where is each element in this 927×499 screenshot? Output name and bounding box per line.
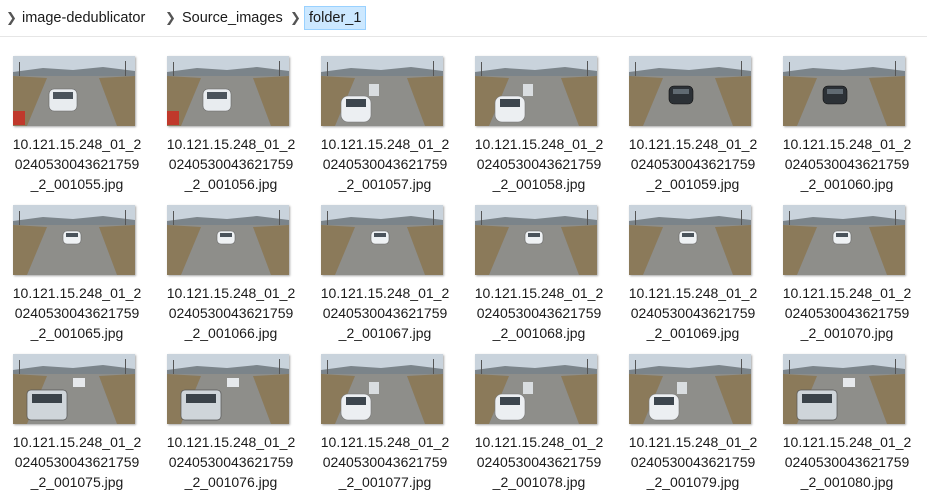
- file-thumbnail[interactable]: [783, 56, 905, 126]
- breadcrumb-separator-icon[interactable]: ❯: [165, 7, 176, 29]
- file-thumbnail[interactable]: [167, 205, 289, 275]
- file-name-line: _2_001077.jpg: [338, 474, 432, 490]
- file-name-line: _2_001075.jpg: [30, 474, 124, 490]
- file-thumbnail[interactable]: [167, 354, 289, 424]
- file-name-line: 0240530043621759: [168, 156, 294, 172]
- file-thumbnail[interactable]: [475, 354, 597, 424]
- file-thumbnail[interactable]: [321, 354, 443, 424]
- file-name-line: 10.121.15.248_01_2: [12, 434, 142, 450]
- file-name-line: 0240530043621759: [476, 454, 602, 470]
- file-name-line: 0240530043621759: [14, 156, 140, 172]
- file-name-line: 0240530043621759: [630, 454, 756, 470]
- file-name-line: 10.121.15.248_01_2: [474, 285, 604, 301]
- file-name-line: 10.121.15.248_01_2: [12, 285, 142, 301]
- file-tile[interactable]: 10.121.15.248_01_2 0240530043621759 _2_001…: [308, 36, 458, 192]
- file-name-line: 0240530043621759: [322, 305, 448, 321]
- file-name-line: 0240530043621759: [14, 454, 140, 470]
- file-thumbnail[interactable]: [321, 56, 443, 126]
- breadcrumb-chevron-icon[interactable]: ❯: [6, 7, 17, 29]
- file-thumbnail[interactable]: [167, 56, 289, 126]
- file-name-line: 0240530043621759: [784, 156, 910, 172]
- file-name-line: 0240530043621759: [784, 454, 910, 470]
- file-tile[interactable]: 10.121.15.248_01_2 0240530043621759 _2_001…: [770, 36, 920, 192]
- file-tile[interactable]: 10.121.15.248_01_2 0240530043621759 _2_001…: [770, 185, 920, 341]
- file-name-line: 0240530043621759: [476, 156, 602, 172]
- breadcrumb-item-image-dedublicator[interactable]: image-dedublicator: [18, 7, 149, 29]
- file-tile[interactable]: 10.121.15.248_01_2 0240530043621759 _2_001…: [0, 334, 150, 490]
- file-name-line: 0240530043621759: [14, 305, 140, 321]
- file-thumbnail[interactable]: [783, 354, 905, 424]
- file-name-line: 0240530043621759: [630, 156, 756, 172]
- breadcrumb: ❯ image-dedublicator ❯ Source_images ❯ f…: [0, 0, 927, 37]
- file-name-line: 0240530043621759: [322, 454, 448, 470]
- file-name: 10.121.15.248_01_2 0240530043621759 _2_001…: [0, 432, 154, 492]
- file-tile[interactable]: 10.121.15.248_01_2 0240530043621759 _2_001…: [462, 334, 612, 490]
- file-name-line: _2_001080.jpg: [800, 474, 894, 490]
- file-thumbnail[interactable]: [321, 205, 443, 275]
- file-tile[interactable]: 10.121.15.248_01_2 0240530043621759 _2_001…: [616, 334, 766, 490]
- file-thumbnail[interactable]: [475, 56, 597, 126]
- file-grid: 10.121.15.248_01_2 0240530043621759 _2_001…: [0, 36, 927, 499]
- file-tile[interactable]: 10.121.15.248_01_2 0240530043621759 _2_001…: [616, 185, 766, 341]
- file-thumbnail[interactable]: [13, 354, 135, 424]
- file-tile[interactable]: 10.121.15.248_01_2 0240530043621759 _2_001…: [154, 185, 304, 341]
- file-thumbnail[interactable]: [475, 205, 597, 275]
- file-name: 10.121.15.248_01_2 0240530043621759 _2_001…: [462, 432, 616, 492]
- file-name-line: 0240530043621759: [168, 305, 294, 321]
- file-name-line: 10.121.15.248_01_2: [628, 285, 758, 301]
- file-tile[interactable]: 10.121.15.248_01_2 0240530043621759 _2_001…: [462, 36, 612, 192]
- file-name-line: 10.121.15.248_01_2: [628, 434, 758, 450]
- breadcrumb-separator-icon[interactable]: ❯: [290, 7, 301, 29]
- file-tile[interactable]: 10.121.15.248_01_2 0240530043621759 _2_001…: [0, 36, 150, 192]
- file-name-line: 0240530043621759: [322, 156, 448, 172]
- file-name-line: 10.121.15.248_01_2: [166, 434, 296, 450]
- file-thumbnail[interactable]: [13, 56, 135, 126]
- file-name-line: 10.121.15.248_01_2: [12, 136, 142, 152]
- file-thumbnail[interactable]: [783, 205, 905, 275]
- file-thumbnail[interactable]: [13, 205, 135, 275]
- file-name-line: 10.121.15.248_01_2: [320, 136, 450, 152]
- file-tile[interactable]: 10.121.15.248_01_2 0240530043621759 _2_001…: [308, 185, 458, 341]
- file-tile[interactable]: 10.121.15.248_01_2 0240530043621759 _2_001…: [154, 36, 304, 192]
- file-name-line: 10.121.15.248_01_2: [166, 285, 296, 301]
- file-name-line: _2_001078.jpg: [492, 474, 586, 490]
- file-tile[interactable]: 10.121.15.248_01_2 0240530043621759 _2_001…: [770, 334, 920, 490]
- file-name-line: 10.121.15.248_01_2: [474, 434, 604, 450]
- file-name-line: 10.121.15.248_01_2: [628, 136, 758, 152]
- file-tile[interactable]: 10.121.15.248_01_2 0240530043621759 _2_001…: [0, 185, 150, 341]
- file-name-line: _2_001076.jpg: [184, 474, 278, 490]
- breadcrumb-item-source-images[interactable]: Source_images: [178, 7, 287, 29]
- file-name-line: 0240530043621759: [168, 454, 294, 470]
- file-name-line: 10.121.15.248_01_2: [166, 136, 296, 152]
- file-thumbnail[interactable]: [629, 354, 751, 424]
- file-name-line: 0240530043621759: [630, 305, 756, 321]
- file-tile[interactable]: 10.121.15.248_01_2 0240530043621759 _2_001…: [308, 334, 458, 490]
- breadcrumb-item-folder-1[interactable]: folder_1: [304, 6, 367, 30]
- file-tile[interactable]: 10.121.15.248_01_2 0240530043621759 _2_001…: [462, 185, 612, 341]
- file-name: 10.121.15.248_01_2 0240530043621759 _2_001…: [616, 432, 770, 492]
- file-name-line: 10.121.15.248_01_2: [474, 136, 604, 152]
- file-name-line: 10.121.15.248_01_2: [782, 285, 912, 301]
- file-thumbnail[interactable]: [629, 205, 751, 275]
- file-name-line: 10.121.15.248_01_2: [320, 434, 450, 450]
- file-tile[interactable]: 10.121.15.248_01_2 0240530043621759 _2_001…: [616, 36, 766, 192]
- file-name-line: 10.121.15.248_01_2: [782, 434, 912, 450]
- file-name-line: _2_001079.jpg: [646, 474, 740, 490]
- file-thumbnail[interactable]: [629, 56, 751, 126]
- file-tile[interactable]: 10.121.15.248_01_2 0240530043621759 _2_001…: [154, 334, 304, 490]
- file-name: 10.121.15.248_01_2 0240530043621759 _2_001…: [308, 432, 462, 492]
- file-name: 10.121.15.248_01_2 0240530043621759 _2_001…: [154, 432, 308, 492]
- file-name-line: 10.121.15.248_01_2: [782, 136, 912, 152]
- file-name-line: 10.121.15.248_01_2: [320, 285, 450, 301]
- file-name-line: 0240530043621759: [476, 305, 602, 321]
- file-name-line: 0240530043621759: [784, 305, 910, 321]
- file-name: 10.121.15.248_01_2 0240530043621759 _2_001…: [770, 432, 924, 492]
